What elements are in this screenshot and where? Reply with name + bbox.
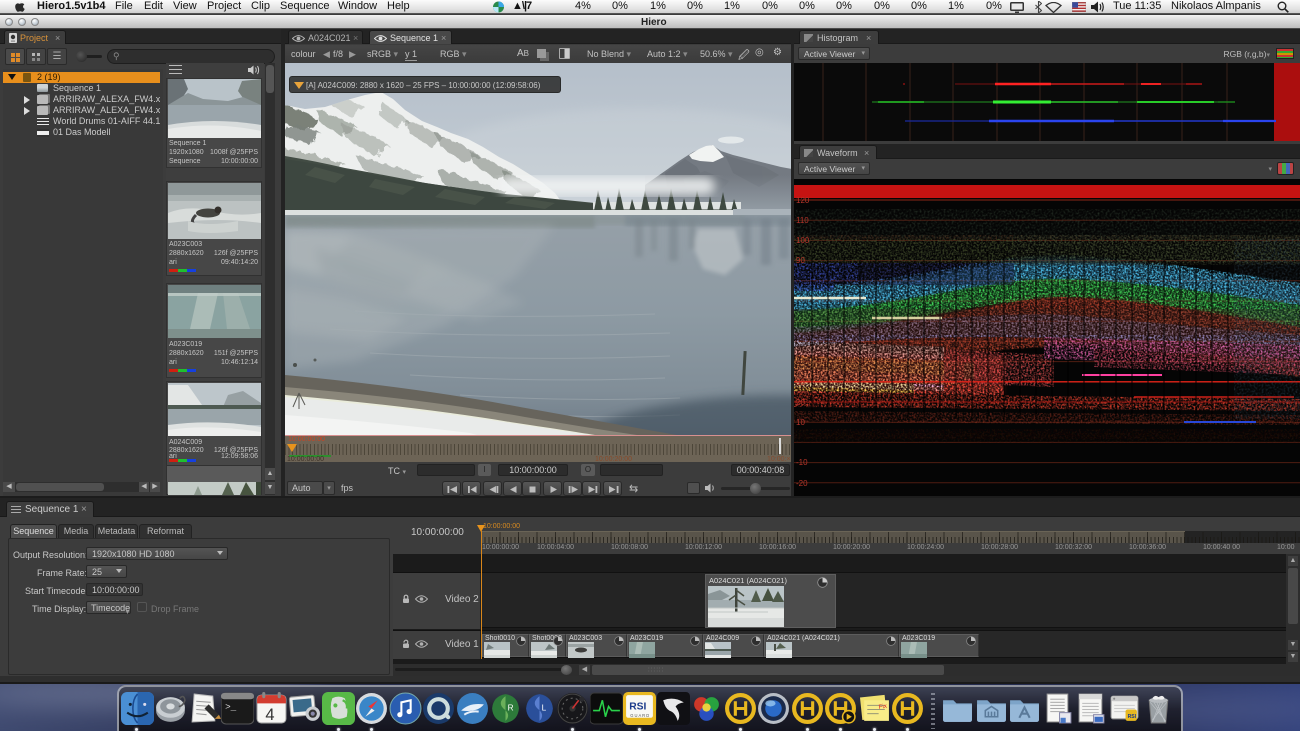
svg-text:RSI: RSI — [629, 702, 646, 713]
svg-text:-20: -20 — [796, 479, 808, 488]
svg-text:100: 100 — [796, 236, 810, 245]
svg-text:4: 4 — [265, 706, 274, 724]
svg-text:R: R — [508, 704, 514, 713]
svg-text:G U A R D: G U A R D — [630, 713, 649, 718]
svg-text:30: 30 — [796, 378, 805, 387]
svg-text:90: 90 — [796, 256, 805, 265]
svg-text:>_: >_ — [225, 702, 237, 713]
svg-text:-10: -10 — [796, 458, 808, 467]
svg-text:110: 110 — [796, 216, 809, 225]
svg-text:L: L — [542, 704, 547, 713]
svg-text:120: 120 — [796, 196, 810, 205]
svg-text:RSI: RSI — [1128, 714, 1137, 720]
svg-text:10: 10 — [796, 418, 805, 427]
svg-text:20: 20 — [796, 398, 805, 407]
